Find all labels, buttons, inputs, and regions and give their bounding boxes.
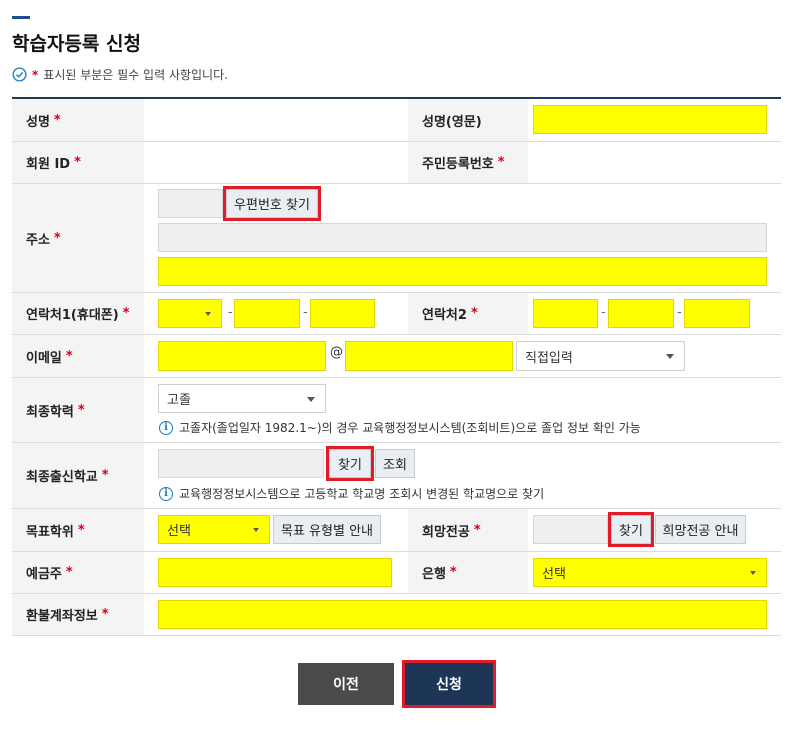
row-bank: 예금주 * 은행 * 선택 bbox=[12, 552, 781, 594]
name-en-label: 성명(영문) bbox=[408, 99, 528, 141]
education-select-value: 고졸 bbox=[167, 393, 191, 408]
check-circle-icon bbox=[12, 67, 27, 82]
school-lookup-button[interactable]: 조회 bbox=[375, 449, 415, 478]
row-education: 최종학력 * 고졸 i 고졸자(졸업일자 1982.1~)의 경우 교육행정정보시… bbox=[12, 378, 781, 443]
address-detail-input[interactable] bbox=[158, 257, 767, 286]
info-icon: i bbox=[159, 420, 173, 435]
phone1-dash-1: - bbox=[228, 305, 233, 320]
row-degree: 목표학위 * 선택 목표 유형별 안내 희망전공 * 찾기 희망전공 안내 bbox=[12, 509, 781, 552]
row-school: 최종출신학교 * 찾기 조회 i 교육행정정보시스템으로 고등학교 학교명 조회시… bbox=[12, 443, 781, 509]
depositor-label: 예금주 * bbox=[12, 552, 144, 593]
email-domain-input[interactable] bbox=[345, 341, 513, 371]
submit-button[interactable]: 신청 bbox=[402, 660, 496, 708]
education-info-text: 고졸자(졸업일자 1982.1~)의 경우 교육행정정보시스템(조회비트)으로 … bbox=[179, 421, 641, 435]
degree-label: 목표학위 * bbox=[12, 509, 144, 551]
zip-code-input[interactable] bbox=[158, 189, 223, 218]
education-select[interactable]: 고졸 bbox=[158, 384, 326, 413]
phone1-dash-2: - bbox=[303, 305, 308, 320]
row-email: 이메일 * @ 직접입력 bbox=[12, 335, 781, 378]
registration-form: 성명 * 성명(영문) 회원 ID * 주민등록번호 * 주소 * 우편번호 찾기 연락… bbox=[12, 97, 781, 636]
phone1-last-input[interactable] bbox=[310, 299, 375, 328]
chevron-down-icon bbox=[253, 527, 259, 532]
refund-account-label: 환불계좌정보 * bbox=[12, 594, 144, 635]
degree-guide-button[interactable]: 목표 유형별 안내 bbox=[273, 515, 381, 544]
email-id-input[interactable] bbox=[158, 341, 326, 371]
phone1-middle-input[interactable] bbox=[234, 299, 300, 328]
phone1-label: 연락처1(휴대폰) * bbox=[12, 293, 144, 334]
school-info-text: 교육행정정보시스템으로 고등학교 학교명 조회시 변경된 학교명으로 찾기 bbox=[179, 487, 545, 501]
degree-select-value: 선택 bbox=[167, 524, 191, 539]
address-line1-input[interactable] bbox=[158, 223, 767, 252]
major-find-button[interactable]: 찾기 bbox=[608, 512, 654, 547]
info-icon: i bbox=[159, 486, 173, 501]
prev-button[interactable]: 이전 bbox=[298, 663, 394, 705]
address-label: 주소 * bbox=[12, 184, 144, 292]
major-label: 희망전공 * bbox=[408, 509, 528, 551]
phone1-prefix-select[interactable] bbox=[158, 299, 222, 328]
zip-search-button[interactable]: 우편번호 찾기 bbox=[223, 186, 321, 221]
title-accent-bar bbox=[12, 16, 30, 19]
school-label: 최종출신학교 * bbox=[12, 443, 144, 508]
email-domain-select[interactable]: 직접입력 bbox=[516, 341, 685, 371]
chevron-down-icon bbox=[205, 311, 211, 316]
required-notice: * 표시된 부분은 필수 입력 사항입니다. bbox=[12, 66, 228, 83]
phone2-prefix-input[interactable] bbox=[533, 299, 598, 328]
email-label: 이메일 * bbox=[12, 335, 144, 377]
resident-no-label: 주민등록번호 * bbox=[408, 142, 528, 183]
major-guide-button[interactable]: 희망전공 안내 bbox=[655, 515, 746, 544]
name-label: 성명 * bbox=[12, 99, 144, 141]
phone2-middle-input[interactable] bbox=[608, 299, 674, 328]
bank-select-value: 선택 bbox=[542, 567, 566, 582]
school-info: i 교육행정정보시스템으로 고등학교 학교명 조회시 변경된 학교명으로 찾기 bbox=[159, 485, 544, 502]
phone2-dash-2: - bbox=[677, 305, 682, 320]
row-address: 주소 * 우편번호 찾기 bbox=[12, 184, 781, 293]
email-at-sign: @ bbox=[330, 345, 343, 360]
email-domain-select-value: 직접입력 bbox=[525, 350, 573, 366]
row-member-id: 회원 ID * 주민등록번호 * bbox=[12, 142, 781, 184]
degree-select[interactable]: 선택 bbox=[158, 515, 270, 544]
row-name: 성명 * 성명(영문) bbox=[12, 99, 781, 142]
required-star: * bbox=[32, 67, 39, 82]
major-input[interactable] bbox=[533, 515, 608, 544]
depositor-input[interactable] bbox=[158, 558, 392, 587]
row-refund-account: 환불계좌정보 * bbox=[12, 594, 781, 636]
phone2-dash-1: - bbox=[601, 305, 606, 320]
phone2-label: 연락처2 * bbox=[408, 293, 528, 334]
chevron-down-icon bbox=[666, 354, 674, 359]
school-name-input[interactable] bbox=[158, 449, 324, 478]
page-title: 학습자등록 신청 bbox=[12, 33, 141, 55]
school-find-button[interactable]: 찾기 bbox=[326, 446, 374, 481]
required-notice-text: 표시된 부분은 필수 입력 사항입니다. bbox=[43, 68, 228, 82]
chevron-down-icon bbox=[307, 396, 315, 402]
name-en-input[interactable] bbox=[533, 105, 767, 134]
education-label: 최종학력 * bbox=[12, 378, 144, 442]
education-info: i 고졸자(졸업일자 1982.1~)의 경우 교육행정정보시스템(조회비트)으… bbox=[159, 419, 641, 436]
bank-label: 은행 * bbox=[408, 552, 528, 593]
phone2-last-input[interactable] bbox=[684, 299, 750, 328]
member-id-label: 회원 ID * bbox=[12, 142, 144, 183]
row-phone: 연락처1(휴대폰) * - - 연락처2 * - - bbox=[12, 293, 781, 335]
bank-select[interactable]: 선택 bbox=[533, 558, 767, 587]
refund-account-input[interactable] bbox=[158, 600, 767, 629]
chevron-down-icon bbox=[750, 570, 756, 575]
